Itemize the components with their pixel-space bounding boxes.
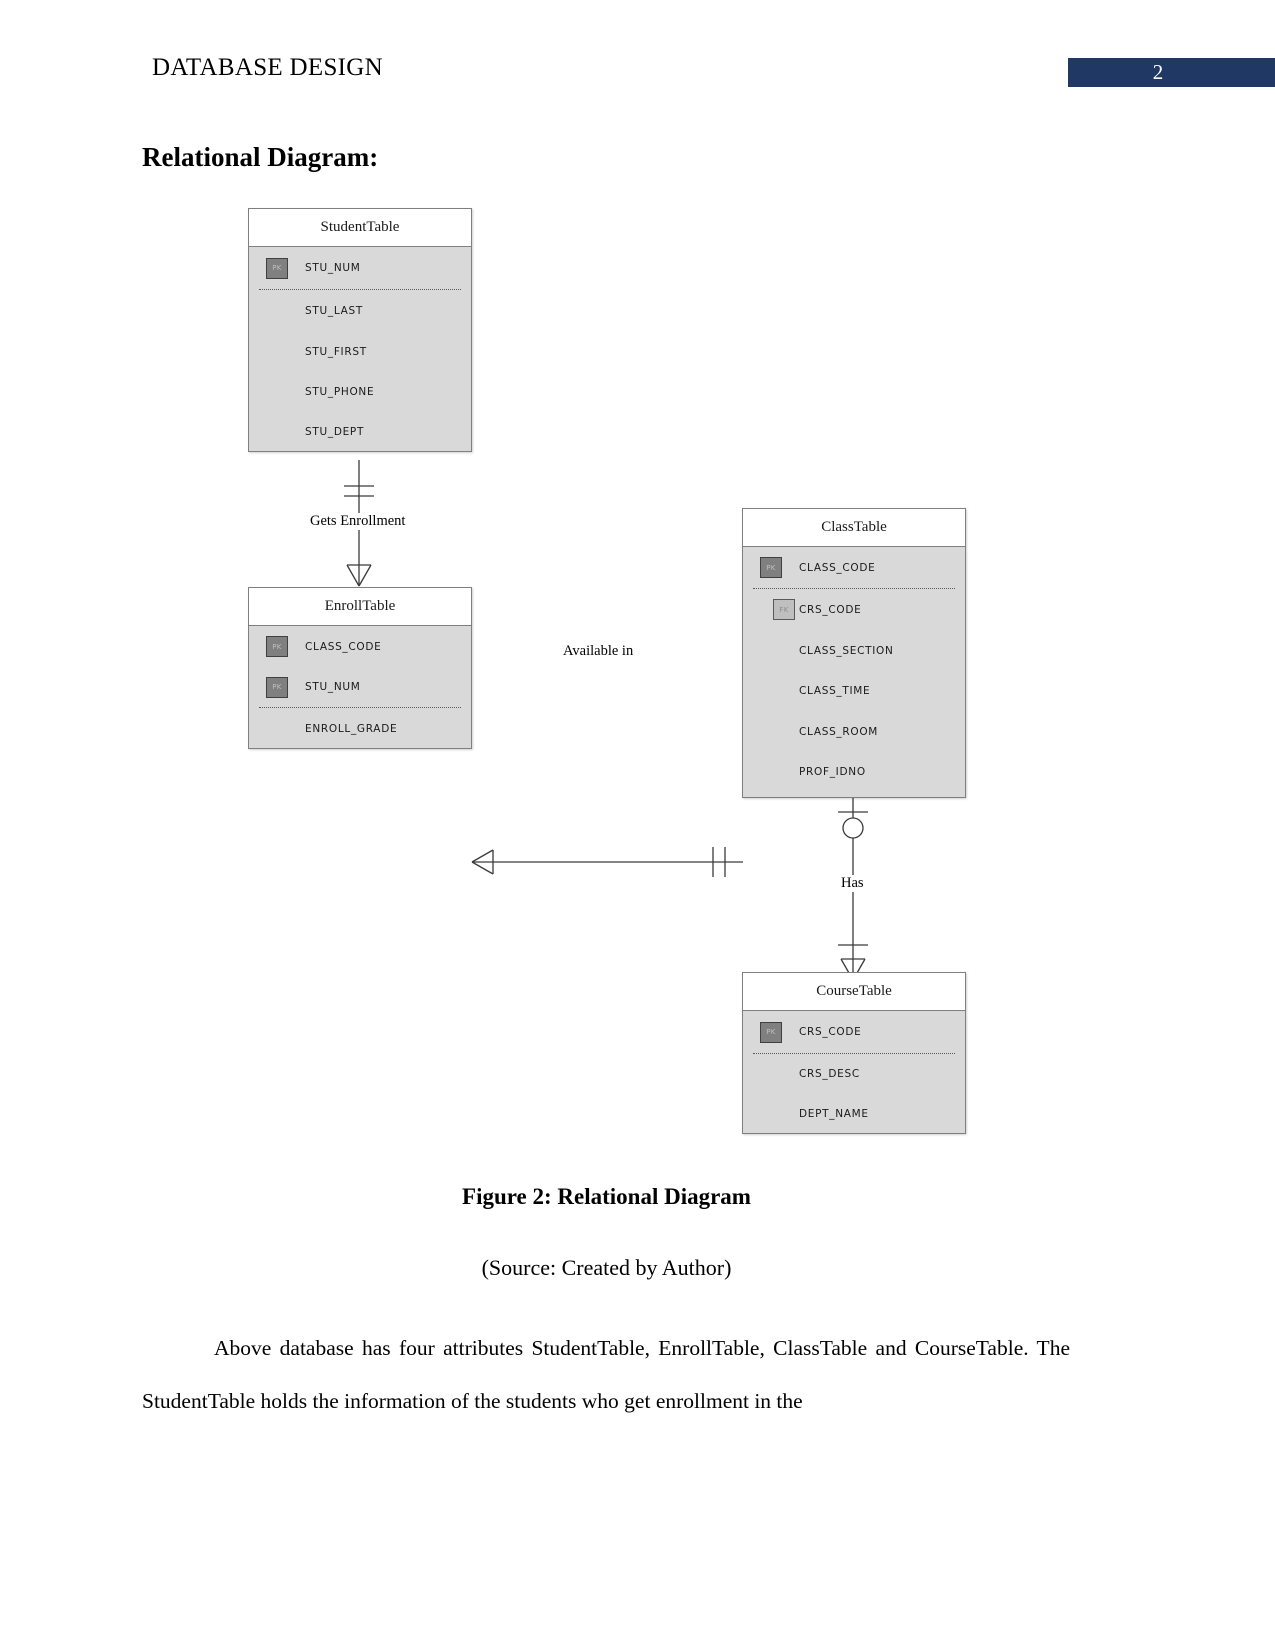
field-name: DEPT_NAME: [799, 1108, 869, 1120]
figure-source: (Source: Created by Author): [481, 1255, 732, 1280]
fk-badge-icon: FK: [773, 599, 795, 620]
entity-title: StudentTable: [249, 209, 471, 247]
field-name: CLASS_SECTION: [799, 644, 894, 657]
pk-badge-icon: PK: [266, 257, 288, 279]
section-heading: Relational Diagram:: [142, 142, 379, 172]
field-name: STU_PHONE: [305, 386, 375, 398]
key-slot: PK: [249, 257, 305, 279]
field-row[interactable]: PK CLASS_CODE: [249, 626, 471, 667]
entity-student-table[interactable]: StudentTable PK STU_NUM STU_LAST STU_FIR…: [248, 208, 472, 452]
page-header: DATABASE DESIGN 2: [0, 0, 1275, 110]
field-row[interactable]: PK STU_NUM: [249, 667, 471, 707]
pk-badge-icon: PK: [760, 557, 782, 578]
entity-enroll-table[interactable]: EnrollTable PK CLASS_CODE PK STU_NUM ENR…: [248, 587, 472, 749]
field-name: PROF_IDNO: [799, 766, 866, 778]
field-name: STU_DEPT: [305, 426, 365, 438]
relationship-label-has: Has: [838, 875, 867, 892]
field-name: STU_LAST: [305, 304, 363, 317]
field-name: STU_NUM: [305, 681, 361, 693]
relationship-label-gets-enrollment: Gets Enrollment: [307, 513, 409, 530]
field-row[interactable]: PK STU_NUM: [249, 247, 471, 289]
figure-caption: Figure 2: Relational Diagram: [462, 1184, 751, 1209]
field-row[interactable]: CLASS_SECTION: [743, 630, 965, 671]
key-slot: PK: [249, 636, 305, 657]
key-slot: FK: [743, 599, 799, 620]
field-row[interactable]: DEPT_NAME: [743, 1094, 965, 1134]
field-row[interactable]: PK CLASS_CODE: [743, 547, 965, 588]
body-paragraph: Above database has four attributes Stude…: [142, 1336, 1070, 1413]
diagram-connectors: [344, 460, 868, 981]
entity-field-list: PK CRS_CODE CRS_DESC DEPT_NAME: [743, 1011, 965, 1134]
field-row[interactable]: FK CRS_CODE: [743, 589, 965, 630]
field-name: STU_FIRST: [305, 345, 367, 358]
field-name: CLASS_CODE: [305, 640, 382, 653]
field-name: CLASS_CODE: [799, 561, 876, 574]
field-row[interactable]: CLASS_ROOM: [743, 711, 965, 752]
entity-title: CourseTable: [743, 973, 965, 1011]
entity-course-table[interactable]: CourseTable PK CRS_CODE CRS_DESC DEPT_NA…: [742, 972, 966, 1134]
page-number: 2: [1152, 60, 1164, 84]
field-name: CLASS_TIME: [799, 685, 871, 697]
entity-title: EnrollTable: [249, 588, 471, 626]
header-title: DATABASE DESIGN: [152, 54, 383, 81]
pk-badge-icon: PK: [760, 1021, 782, 1043]
field-row[interactable]: STU_LAST: [249, 290, 471, 331]
field-name: CRS_CODE: [799, 1026, 862, 1038]
field-row[interactable]: CRS_DESC: [743, 1054, 965, 1094]
field-row[interactable]: PROF_IDNO: [743, 752, 965, 792]
field-row[interactable]: STU_DEPT: [249, 412, 471, 452]
entity-field-list: PK CLASS_CODE PK STU_NUM ENROLL_GRADE: [249, 626, 471, 749]
field-row[interactable]: STU_PHONE: [249, 372, 471, 412]
entity-field-list: PK STU_NUM STU_LAST STU_FIRST STU_PHONE …: [249, 247, 471, 452]
field-name: ENROLL_GRADE: [305, 722, 398, 735]
key-slot: PK: [743, 557, 799, 578]
relational-diagram: StudentTable PK STU_NUM STU_LAST STU_FIR…: [0, 190, 1275, 1160]
field-name: STU_NUM: [305, 262, 361, 274]
field-name: CLASS_ROOM: [799, 725, 879, 738]
pk-badge-icon: PK: [266, 676, 288, 698]
entity-field-list: PK CLASS_CODE FK CRS_CODE CLASS_SECTION …: [743, 547, 965, 792]
field-name: CRS_CODE: [799, 603, 862, 616]
pk-badge-icon: PK: [266, 636, 288, 657]
field-row[interactable]: PK CRS_CODE: [743, 1011, 965, 1053]
page-number-badge: 2: [1068, 58, 1275, 87]
entity-class-table[interactable]: ClassTable PK CLASS_CODE FK CRS_CODE CLA…: [742, 508, 966, 798]
field-name: CRS_DESC: [799, 1068, 860, 1080]
field-row[interactable]: STU_FIRST: [249, 331, 471, 372]
entity-title: ClassTable: [743, 509, 965, 547]
field-row[interactable]: ENROLL_GRADE: [249, 708, 471, 749]
field-row[interactable]: CLASS_TIME: [743, 671, 965, 711]
relationship-label-available-in: Available in: [560, 643, 637, 660]
key-slot: PK: [743, 1021, 799, 1043]
key-slot: PK: [249, 676, 305, 698]
